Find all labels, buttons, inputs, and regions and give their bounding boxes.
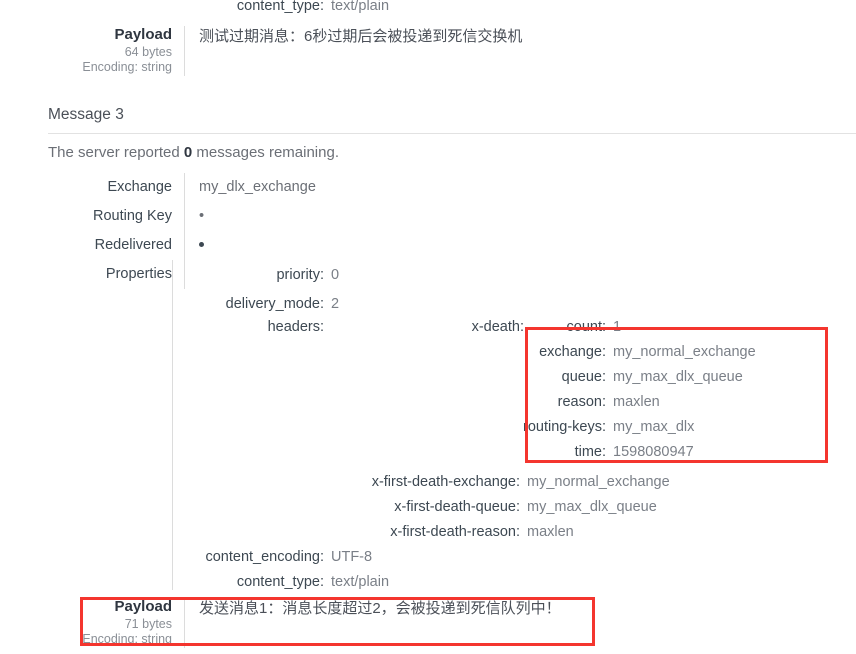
prop-value-priority: 0 <box>331 267 340 283</box>
field-label-properties: Properties <box>105 266 172 282</box>
x-death-key-time: time: <box>574 444 606 460</box>
prop-value-delivery-mode: 2 <box>331 296 340 312</box>
payload-row: Payload 64 bytes Encoding: string 测试过期消息… <box>40 26 856 76</box>
payload-meta: Payload 64 bytes Encoding: string <box>40 26 185 76</box>
message-3-heading: Message 3 <box>48 106 856 134</box>
payload-title: Payload <box>114 598 172 615</box>
message-2-payload-table: Payload 64 bytes Encoding: string 测试过期消息… <box>40 26 856 76</box>
field-label-routing-key: Routing Key <box>93 208 172 224</box>
field-value-routing-key: • <box>184 202 856 231</box>
prop-row-content-type: content_type: text/plain <box>180 568 389 597</box>
message-3-fields: Exchange my_dlx_exchange Routing Key • R… <box>0 173 856 289</box>
field-row-properties: Properties <box>40 260 856 289</box>
message-2-payload: Payload 64 bytes Encoding: string 测试过期消息… <box>0 26 856 76</box>
payload-body: 测试过期消息：6秒过期后会被投递到死信交换机 <box>184 26 856 76</box>
field-value-exchange: my_dlx_exchange <box>184 173 856 202</box>
field-label-redelivered: Redelivered <box>94 237 172 253</box>
field-row-exchange: Exchange my_dlx_exchange <box>40 173 856 202</box>
x-death-row-time: time: 1598080947 <box>462 438 694 467</box>
payload-meta: Payload 71 bytes Encoding: string <box>40 598 185 648</box>
payload-bytes: 64 bytes <box>124 44 172 59</box>
server-report-prefix: The server reported <box>48 144 184 161</box>
message-3-payload: Payload 71 bytes Encoding: string 发送消息1：… <box>0 598 856 648</box>
prop-key-priority: priority: <box>276 267 324 283</box>
payload-title: Payload <box>114 26 172 43</box>
x-death-value-time: 1598080947 <box>613 444 694 460</box>
prop-key-content-type: content_type: <box>236 574 324 590</box>
field-label-exchange: Exchange <box>107 179 173 195</box>
message-3-payload-table: Payload 71 bytes Encoding: string 发送消息1：… <box>40 598 856 648</box>
server-report-suffix: messages remaining. <box>192 144 339 161</box>
payload-bytes: 71 bytes <box>124 616 172 631</box>
field-row-routing-key: Routing Key • <box>40 202 856 231</box>
payload-body: 发送消息1：消息长度超过2，会被投递到死信队列中！ <box>184 598 856 648</box>
payload-row: Payload 71 bytes Encoding: string 发送消息1：… <box>40 598 856 648</box>
field-row-redelivered: Redelivered <box>40 231 856 260</box>
message-3-field-table: Exchange my_dlx_exchange Routing Key • R… <box>40 173 856 289</box>
payload-encoding: Encoding: string <box>82 60 172 75</box>
prop-row-headers: headers: <box>180 313 324 342</box>
prev-content-type-value: text/plain <box>331 0 390 14</box>
prop-value-content-type: text/plain <box>331 574 390 590</box>
header-value-first-death-reason: maxlen <box>527 524 574 540</box>
prop-row-priority: priority: 0 <box>180 261 339 290</box>
prev-content-type-row: content_type: text/plain <box>180 0 389 21</box>
field-value-redelivered <box>184 231 856 260</box>
properties-divider <box>172 260 173 590</box>
server-report-count: 0 <box>183 144 193 161</box>
prop-key-headers: headers: <box>267 319 324 335</box>
server-report: The server reported 0 messages remaining… <box>48 144 339 161</box>
payload-encoding: Encoding: string <box>82 632 172 647</box>
redelivered-dot-icon <box>199 241 204 247</box>
prev-content-type-key: content_type: <box>236 0 324 14</box>
